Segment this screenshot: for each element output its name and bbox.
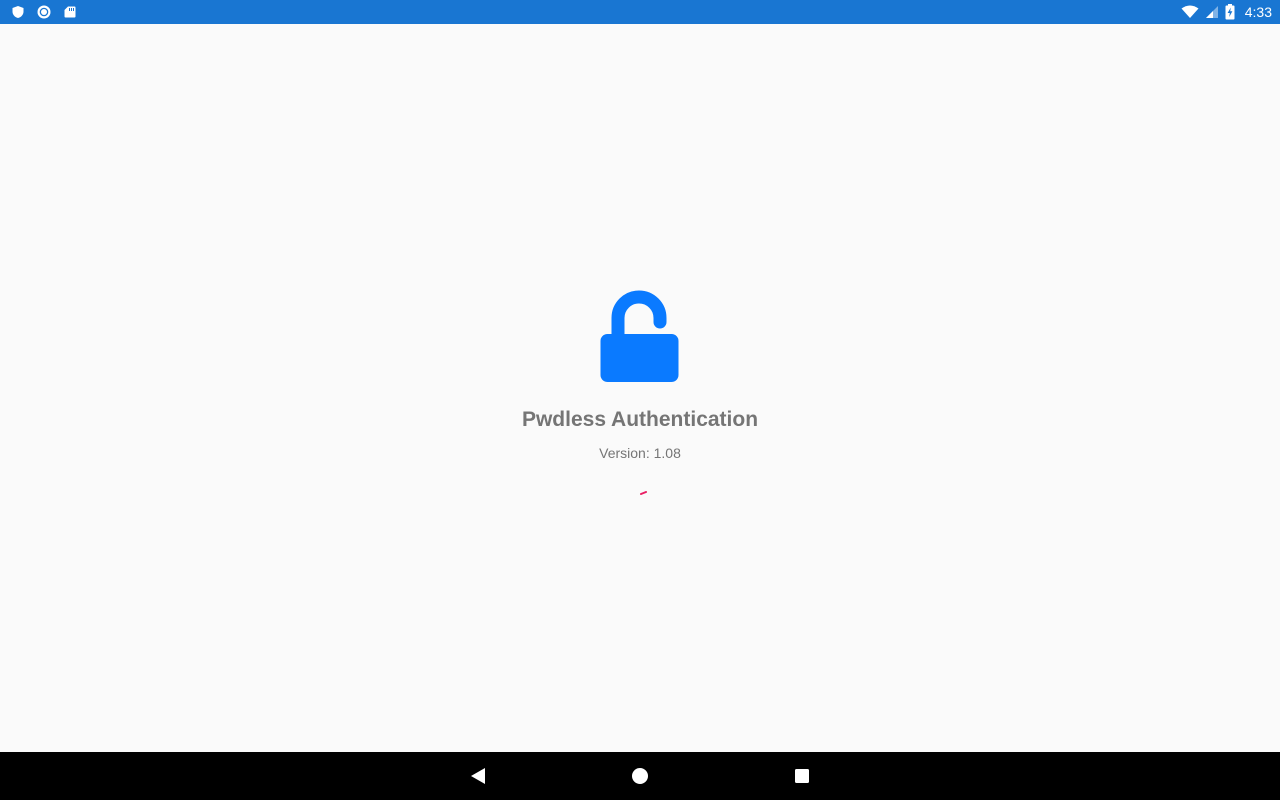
splash-screen: Pwdless Authentication Version: 1.08 — [0, 24, 1280, 752]
version-number: 1.08 — [653, 445, 681, 461]
app-title: Pwdless Authentication — [521, 408, 759, 431]
version-text: Version: 1.08 — [0, 445, 1280, 461]
lock-open-icon — [600, 290, 679, 382]
battery-charging-icon — [1225, 4, 1235, 20]
recents-button[interactable] — [790, 764, 814, 788]
navigation-bar — [0, 752, 1280, 800]
home-icon — [632, 768, 648, 784]
signal-icon — [1205, 5, 1219, 19]
wifi-icon — [1181, 5, 1199, 19]
recents-icon — [795, 769, 809, 783]
home-button[interactable] — [628, 764, 652, 788]
sd-card-icon — [62, 4, 78, 20]
version-label: Version: — [599, 445, 650, 461]
notification-icons — [10, 4, 78, 20]
shield-icon — [10, 4, 26, 20]
sync-icon — [36, 4, 52, 20]
status-bar: 4:33 — [0, 0, 1280, 24]
back-icon — [471, 768, 485, 784]
loading-spinner — [640, 491, 647, 495]
back-button[interactable] — [466, 764, 490, 788]
clock: 4:33 — [1244, 4, 1272, 20]
system-icons: 4:33 — [1181, 0, 1272, 24]
